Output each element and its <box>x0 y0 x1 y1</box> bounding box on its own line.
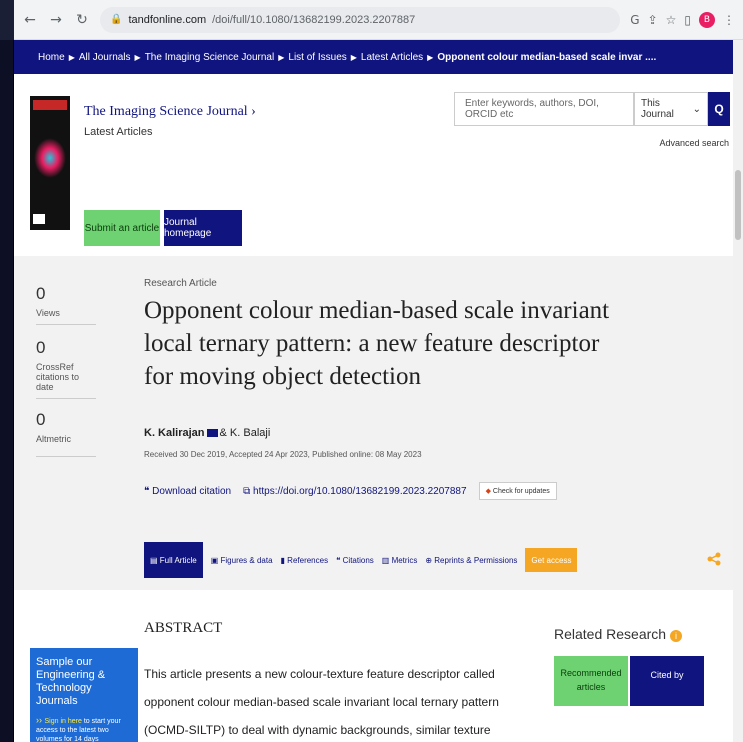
crumb-journal[interactable]: The Imaging Science Journal <box>145 52 275 63</box>
quote-icon: ❝ <box>336 555 341 565</box>
chevron-right-icon: ▶ <box>68 52 75 62</box>
sample-journals-promo[interactable]: Sample our Engineering & Technology Jour… <box>30 648 138 742</box>
submit-article-button[interactable]: Submit an article <box>84 210 160 246</box>
header-notch <box>158 182 186 208</box>
abstract-heading: ABSTRACT <box>144 620 223 636</box>
crumb-current: Opponent colour median-based scale invar… <box>437 51 657 63</box>
search-input[interactable]: Enter keywords, authors, DOI, ORCID etc <box>454 92 634 126</box>
article-section: 0 Views 0 CrossRef citations to date 0 A… <box>14 256 743 590</box>
download-citation-link[interactable]: ❝ Download citation <box>144 486 231 497</box>
chevron-right-icon: ▶ <box>427 52 434 62</box>
related-research-heading: Related Research i <box>554 626 682 642</box>
tab-recommended-articles[interactable]: Recommended articles <box>554 656 628 706</box>
document-icon: ▤ <box>150 555 158 565</box>
sign-in-link[interactable]: Sign in here <box>45 718 82 725</box>
address-bar: ← → ↻ 🔒 tandfonline.com/doi/full/10.1080… <box>14 0 743 40</box>
article-dates: Received 30 Dec 2019, Accepted 24 Apr 20… <box>144 450 422 459</box>
journal-homepage-button[interactable]: Journal homepage <box>164 210 242 246</box>
crumb-latest[interactable]: Latest Articles <box>361 52 423 63</box>
lock-icon[interactable]: 🔒 <box>110 14 122 25</box>
info-icon[interactable]: i <box>669 630 682 642</box>
star-icon[interactable]: ☆ <box>666 13 677 27</box>
metric-altmetric: 0 Altmetric <box>36 410 96 457</box>
article-links: ❝ Download citation ⧉ https://doi.org/10… <box>144 482 557 500</box>
tab-references[interactable]: ▮ References <box>281 556 329 565</box>
article-tabs: ▤ Full Article ▣ Figures & data ▮ Refere… <box>144 542 578 578</box>
link-icon: ⧉ <box>243 485 251 497</box>
tab-full-article[interactable]: ▤ Full Article <box>144 542 203 578</box>
tab-citations[interactable]: ❝ Citations <box>336 556 374 565</box>
abstract-text: This article presents a new colour-textu… <box>144 667 499 737</box>
tab-reprints[interactable]: ⊕ Reprints & Permissions <box>425 556 517 565</box>
screen: ← → ↻ 🔒 tandfonline.com/doi/full/10.1080… <box>0 0 743 742</box>
breadcrumb: Home ▶ All Journals ▶ The Imaging Scienc… <box>14 40 743 74</box>
crumb-issues[interactable]: List of Issues <box>288 52 346 63</box>
crumb-all-journals[interactable]: All Journals <box>79 52 131 63</box>
search-scope-select[interactable]: This Journal ⌄ <box>634 92 708 126</box>
mail-icon[interactable] <box>206 429 218 438</box>
journal-title[interactable]: The Imaging Science Journal › <box>84 104 256 120</box>
article-type: Research Article <box>144 278 217 289</box>
image-icon: ▣ <box>210 555 219 565</box>
url-path: /doi/full/10.1080/13682199.2023.2207887 <box>212 13 416 26</box>
crumb-home[interactable]: Home <box>38 52 65 63</box>
crossmark-icon: ◆ <box>485 488 491 495</box>
authors: K. Kalirajan & K. Balaji <box>144 427 270 439</box>
quote-icon: ❝ <box>144 485 150 497</box>
journal-cover-image[interactable] <box>30 96 70 230</box>
article-title: Opponent colour median-based scale invar… <box>144 297 610 390</box>
left-desktop-edge <box>0 40 14 742</box>
metric-views: 0 Views <box>36 284 96 325</box>
reload-icon[interactable]: ↻ <box>74 12 90 28</box>
author-link[interactable]: K. Kalirajan <box>144 427 205 439</box>
url-field[interactable]: 🔒 tandfonline.com/doi/full/10.1080/13682… <box>100 6 621 33</box>
share-icon[interactable] <box>707 552 721 566</box>
chevron-down-icon: ⌄ <box>692 103 701 115</box>
search-button[interactable]: Q <box>708 92 730 126</box>
advanced-search-link[interactable]: Advanced search <box>659 138 729 148</box>
chevron-right-icon: ▶ <box>350 52 357 62</box>
scrollbar[interactable] <box>733 40 743 742</box>
tab-figures[interactable]: ▣ Figures & data <box>211 556 273 565</box>
tab-cited-by[interactable]: Cited by <box>630 656 704 706</box>
back-icon[interactable]: ← <box>22 12 38 28</box>
tab-metrics[interactable]: ▥ Metrics <box>382 556 418 565</box>
journal-subtitle: Latest Articles <box>84 126 153 138</box>
check-updates-button[interactable]: ◆ Check for updates <box>478 482 557 500</box>
browser-window: ← → ↻ 🔒 tandfonline.com/doi/full/10.1080… <box>14 0 743 742</box>
chevron-right-icon: ▶ <box>278 52 285 62</box>
bar-chart-icon: ▥ <box>381 555 390 565</box>
doi-link[interactable]: ⧉ https://doi.org/10.1080/13682199.2023.… <box>243 486 466 497</box>
menu-icon[interactable]: ⋮ <box>723 13 735 27</box>
toolbar-icons: G ⇪ ☆ ▯ B ⋮ <box>630 11 735 28</box>
url-domain: tandfonline.com <box>128 13 207 26</box>
share-page-icon[interactable]: ⇪ <box>648 13 658 27</box>
references-icon: ▮ <box>280 555 285 565</box>
journal-header: The Imaging Science Journal › Latest Art… <box>14 74 743 256</box>
chevron-right-icon: ▶ <box>134 52 141 62</box>
google-icon[interactable]: G <box>630 13 639 27</box>
sidepanel-icon[interactable]: ▯ <box>684 13 691 27</box>
forward-icon[interactable]: → <box>48 12 64 28</box>
metric-crossref: 0 CrossRef citations to date <box>36 338 96 399</box>
scrollbar-thumb[interactable] <box>735 170 741 240</box>
lock-icon: ⊕ <box>425 555 433 565</box>
search-icon: Q <box>714 102 724 116</box>
get-access-button[interactable]: Get access <box>525 548 578 572</box>
profile-avatar[interactable]: B <box>699 11 715 28</box>
author-link[interactable]: & K. Balaji <box>220 427 271 439</box>
